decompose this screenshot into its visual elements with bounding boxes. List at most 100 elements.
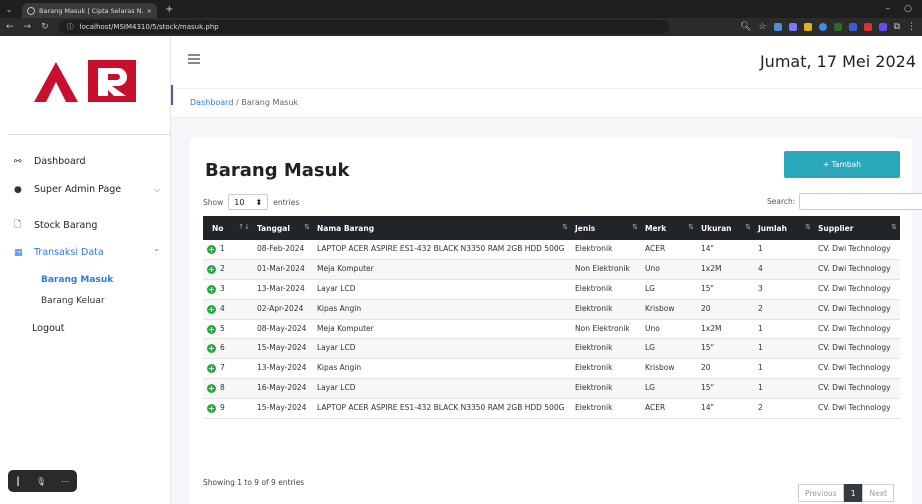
table-cell: 15-May-2024 [253,338,313,360]
table-cell: +8 [203,378,253,399]
extension-icon[interactable] [833,23,842,31]
extension-icon[interactable] [803,23,812,31]
expand-row-icon[interactable]: + [207,304,216,314]
sidebar-subitem-barang-masuk[interactable]: Barang Masuk [41,275,113,285]
cell-text: Elektronik [575,244,613,253]
sort-icon: ↑↓ [238,223,250,231]
table-cell: Krisbow [641,358,697,380]
close-tab-icon[interactable]: × [147,7,152,15]
app-logo[interactable] [32,53,138,106]
reload-icon[interactable]: ↻ [41,22,49,32]
cell-text: Layar LCD [317,283,356,293]
table-cell: 02-Apr-2024 [253,299,313,320]
expand-row-icon[interactable]: + [207,324,216,334]
table-cell: 3 [754,279,814,300]
table-cell: 01-Mar-2024 [253,259,313,280]
breadcrumb-dashboard-link[interactable]: Dashboard [190,98,233,107]
cell-text: 14" [701,403,714,412]
table-cell: CV. Dwi Technology [814,299,900,320]
column-header-jenis[interactable]: Jenis ⇅ [571,216,641,240]
expand-row-icon[interactable]: + [207,384,216,394]
expand-row-icon[interactable]: + [207,404,216,413]
microphone-icon[interactable]: 🎙︎ [36,477,46,486]
column-header-supplier[interactable]: Supplier ⇅ [814,216,900,240]
column-header-nama-barang[interactable]: Nama Barang ⇅ [313,216,571,240]
search-input[interactable] [799,193,922,210]
column-header-no[interactable]: No ↑↓ [203,216,253,240]
cell-text: Elektronik [575,343,613,353]
expand-row-icon[interactable]: + [207,364,216,374]
cell-text: Krisbow [645,363,675,373]
cell-text: 02-Apr-2024 [257,303,304,313]
expand-row-icon[interactable]: + [207,344,216,354]
table-cell: Elektronik [571,398,641,419]
cell-text: 2 [758,403,763,412]
address-bar[interactable]: ⓘ localhost/MSIM4310/5/stock/masuk.php [58,20,669,34]
table-cell: CV. Dwi Technology [814,398,900,419]
minimize-icon[interactable]: – [886,4,891,14]
top-header: Jumat, 17 Mei 2024 [171,36,922,88]
extension-icon[interactable] [788,23,797,31]
table-cell: 08-Feb-2024 [253,240,313,260]
sidebar-item-transaksi-data[interactable]: ▦ Transaksi Data ⌃ [14,247,160,258]
cell-text: 16-May-2024 [257,383,307,393]
table-cell: 20 [697,358,754,380]
table-cell: LG [641,338,697,360]
extension-icon[interactable] [848,23,857,31]
site-info-icon[interactable]: ⓘ [67,22,74,32]
cell-text: 1x2M [701,323,722,333]
extension-icon[interactable] [773,23,782,31]
sort-icon: ⇅ [688,223,694,231]
logo-ar-icon [34,59,136,102]
column-header-jumlah[interactable]: Jumlah ⇅ [754,216,814,240]
sidebar-item-dashboard[interactable]: ⚯ Dashboard [14,156,160,167]
page-1-button[interactable]: 1 [843,484,863,502]
add-button[interactable]: + Tambah [784,151,900,178]
browser-tab[interactable]: Barang Masuk | Cipta Selaras N... × [22,3,157,18]
entries-select[interactable]: 10 ⬍ [228,194,269,210]
expand-row-icon[interactable]: + [207,284,216,294]
table-cell: Layar LCD [313,279,571,300]
more-icon[interactable]: ⋯ [61,477,69,486]
extension-icon[interactable] [818,23,827,31]
cell-text: 13-May-2024 [257,363,307,373]
cell-text: 1 [758,383,763,393]
record-icon[interactable]: ○ [904,4,912,14]
extension-icon[interactable] [863,23,872,31]
star-icon[interactable]: ☆ [758,22,766,32]
sidebar-item-logout[interactable]: Logout [32,323,178,334]
cell-text: LG [645,283,655,293]
zoom-icon[interactable]: 🔍︎ [740,22,751,32]
next-page-button[interactable]: Next [862,484,894,502]
profile-icon[interactable]: ⋮ [907,22,916,32]
column-header-merk[interactable]: Merk ⇅ [641,216,697,240]
sidebar-item-label: Super Admin Page [34,184,122,195]
recording-widget[interactable]: ┃ 🎙︎ ⋯ [8,470,77,492]
forward-icon[interactable]: → [24,22,32,32]
column-header-ukuran[interactable]: Ukuran ⇅ [697,216,754,240]
sidebar-item-stock-barang[interactable]: 🗋 Stock Barang [14,217,160,233]
table-cell: Elektronik [571,299,641,320]
table-cell: LG [641,279,697,300]
handle-icon: ┃ [15,476,21,486]
back-icon[interactable]: ← [6,22,14,32]
menu-toggle-icon[interactable] [188,54,200,64]
table-cell: CV. Dwi Technology [814,319,900,340]
extensions-puzzle-icon[interactable]: ⧉ [894,22,900,32]
extension-icon[interactable] [878,23,887,31]
tab-search-icon[interactable]: ⌄ [0,0,18,18]
previous-page-button[interactable]: Previous [798,484,844,502]
new-tab-icon[interactable]: + [165,4,173,15]
column-header-tanggal[interactable]: Tanggal ⇅ [253,216,313,240]
table-row: +2 01-Mar-2024 Meja Komputer Non Elektronik… [203,259,900,280]
expand-row-icon[interactable]: + [207,264,216,274]
cell-text: LAPTOP ACER ASPIRE ES1-432 BLACK N3350 R… [317,244,565,253]
expand-row-icon[interactable]: + [207,245,216,254]
table-cell: +5 [203,319,253,340]
select-arrows-icon: ⬍ [255,197,263,207]
sidebar-subitem-barang-keluar[interactable]: Barang Keluar [41,296,105,306]
dashboard-icon: ⚯ [14,156,22,167]
sidebar-item-super-admin[interactable]: ● Super Admin Page ⌵ [14,184,160,195]
table-cell: Kipas Angin [313,358,571,380]
sidebar-item-label: Dashboard [34,156,86,167]
